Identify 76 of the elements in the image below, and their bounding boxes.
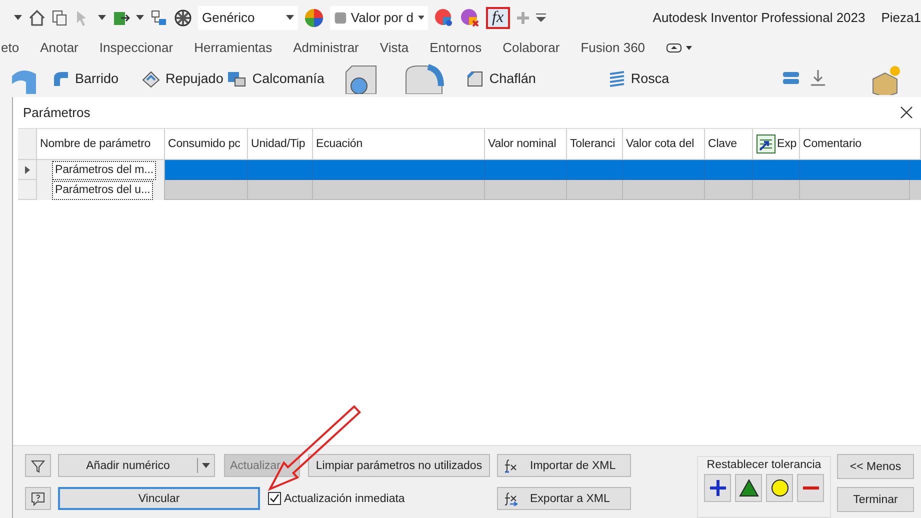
app-title: Autodesk Inventor Professional 2023 bbox=[652, 10, 866, 25]
export-xml-button[interactable]: Exportar a XML bbox=[497, 487, 631, 510]
caret-icon[interactable] bbox=[136, 14, 144, 20]
fillet-icon[interactable] bbox=[404, 64, 444, 94]
tree-node[interactable]: Parámetros del u... bbox=[52, 180, 154, 200]
appearance-dropdown[interactable]: Valor por d bbox=[330, 6, 428, 30]
done-button[interactable]: Terminar bbox=[837, 487, 914, 512]
ribbon-tool[interactable]: Barrido bbox=[52, 70, 119, 88]
formula-export-icon bbox=[504, 492, 518, 506]
chamfer-icon[interactable] bbox=[466, 70, 484, 88]
formula-import-icon bbox=[504, 458, 518, 472]
caret-icon[interactable] bbox=[202, 462, 210, 468]
checkbox[interactable] bbox=[268, 492, 281, 505]
paint-icon[interactable] bbox=[434, 8, 454, 28]
document-name: Pieza1 bbox=[881, 10, 921, 25]
ribbon-tool[interactable]: Calcomanía bbox=[227, 70, 324, 88]
formula-button[interactable]: fx bbox=[486, 6, 510, 28]
home-icon[interactable] bbox=[28, 8, 46, 26]
purge-button[interactable]: Limpiar parámetros no utilizados bbox=[308, 454, 490, 477]
row-pointer-icon bbox=[24, 166, 30, 174]
nominal-tolerance-button[interactable] bbox=[766, 474, 793, 502]
thread-icon[interactable] bbox=[608, 70, 626, 88]
triangle-icon bbox=[738, 479, 758, 497]
add-numeric-button[interactable]: Añadir numérico bbox=[58, 454, 215, 477]
component-icon[interactable] bbox=[150, 8, 168, 26]
median-tolerance-button[interactable] bbox=[735, 474, 762, 502]
plus-icon bbox=[708, 479, 726, 497]
pin-icon[interactable] bbox=[809, 68, 828, 88]
table-row[interactable]: Parámetros del u... bbox=[18, 180, 921, 200]
customize-icon[interactable] bbox=[536, 12, 546, 22]
filter-button[interactable] bbox=[25, 454, 51, 477]
link-button[interactable]: Vincular bbox=[58, 487, 260, 510]
ribbon-tool[interactable]: Rosca bbox=[608, 70, 670, 88]
tolerance-label: Restablecer tolerancia bbox=[706, 459, 822, 471]
sweep-icon[interactable] bbox=[52, 70, 70, 88]
ribbon-tab[interactable]: Vista bbox=[380, 40, 409, 55]
table-corner bbox=[18, 128, 37, 160]
caret-icon[interactable] bbox=[98, 14, 106, 20]
upper-tolerance-button[interactable] bbox=[704, 474, 731, 502]
ribbon-tab[interactable]: Administrar bbox=[293, 40, 359, 55]
ribbon-tab[interactable]: Inspeccionar bbox=[99, 40, 174, 55]
help-button[interactable] bbox=[25, 487, 51, 510]
ribbon-tab[interactable]: Herramientas bbox=[194, 40, 272, 55]
decal-icon[interactable] bbox=[227, 70, 248, 88]
close-icon[interactable] bbox=[900, 106, 913, 119]
copy-icon[interactable] bbox=[52, 10, 68, 26]
ribbon-tab[interactable]: Anotar bbox=[40, 40, 78, 55]
minus-icon bbox=[802, 486, 818, 490]
ribbon-tab[interactable]: eto bbox=[1, 40, 20, 55]
spreadsheet-icon bbox=[756, 134, 776, 154]
paint-clear-icon[interactable] bbox=[460, 8, 480, 28]
checkbox-label[interactable]: Actualización inmediata bbox=[284, 492, 405, 504]
ribbon-tool[interactable]: Repujado bbox=[140, 70, 224, 88]
less-button[interactable]: << Menos bbox=[837, 454, 914, 479]
tree-node[interactable]: Parámetros del m... bbox=[52, 160, 156, 180]
panel-toggle-icon[interactable] bbox=[666, 42, 692, 52]
filter-icon bbox=[31, 458, 45, 472]
dialog-title: Parámetros bbox=[23, 105, 90, 120]
emboss-icon[interactable] bbox=[140, 70, 161, 88]
lower-tolerance-button[interactable] bbox=[797, 474, 824, 502]
help-icon bbox=[31, 492, 45, 506]
material-dropdown[interactable]: Genérico bbox=[198, 6, 298, 30]
column-header[interactable]: Ecuación bbox=[313, 128, 485, 160]
caret-icon[interactable] bbox=[418, 14, 424, 20]
ribbon-tab[interactable]: Fusion 360 bbox=[580, 40, 646, 55]
table-row[interactable]: Parámetros del m... bbox=[18, 160, 921, 180]
ribbon-tab[interactable]: Colaborar bbox=[502, 40, 560, 55]
caret-icon[interactable] bbox=[14, 14, 22, 20]
caret-icon[interactable] bbox=[286, 14, 294, 20]
ribbon-tool[interactable]: Chaflán bbox=[466, 70, 536, 88]
import-xml-button[interactable]: Importar de XML bbox=[497, 454, 631, 477]
circle-icon bbox=[770, 479, 788, 497]
column-header[interactable]: Exp bbox=[753, 128, 800, 160]
ribbon-tab[interactable]: Entornos bbox=[430, 40, 482, 55]
color-wheel-icon[interactable] bbox=[304, 8, 324, 28]
row-header bbox=[18, 180, 37, 200]
